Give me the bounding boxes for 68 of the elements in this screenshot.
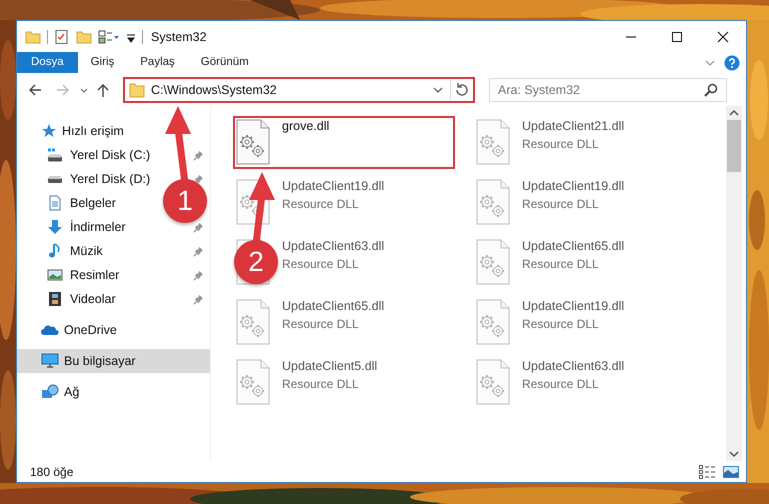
file-name[interactable]: UpdateClient63.dll — [522, 359, 624, 373]
address-path: C:\Windows\System32 — [151, 83, 278, 97]
file-type: Resource DLL — [282, 317, 360, 331]
address-bar[interactable]: C:\Windows\System32 — [123, 77, 475, 103]
dll-file-icon — [476, 179, 510, 225]
sidebar-item[interactable]: Yerel Disk (D:) — [70, 172, 150, 186]
film-icon — [47, 291, 63, 307]
file-type: Resource DLL — [282, 257, 360, 271]
file-name[interactable]: UpdateClient63.dll — [282, 239, 384, 253]
scrollbar-thumb[interactable] — [727, 120, 741, 172]
file-type: Resource DLL — [522, 137, 600, 151]
window-title: System32 — [151, 30, 207, 44]
file-type: Resource DLL — [522, 377, 600, 391]
file-name[interactable]: grove.dll — [282, 119, 330, 133]
dll-file-icon — [236, 359, 270, 405]
sidebar-item[interactable]: Bu bilgisayar — [64, 354, 136, 368]
star-icon — [41, 123, 57, 139]
sidebar-item[interactable]: Yerel Disk (C:) — [70, 148, 150, 162]
search-icon[interactable] — [703, 82, 719, 98]
checklist-icon[interactable] — [54, 28, 70, 44]
dll-file-icon — [476, 299, 510, 345]
help-icon[interactable] — [724, 54, 740, 70]
file-type: Resource DLL — [282, 197, 360, 211]
up-arrow-icon[interactable] — [95, 82, 111, 98]
down-arrow-icon — [47, 219, 63, 235]
file-name[interactable]: UpdateClient65.dll — [522, 239, 624, 253]
file-tab[interactable]: Dosya — [17, 52, 78, 73]
item-count: 180 öğe — [30, 464, 74, 478]
scrollbar[interactable] — [726, 106, 742, 461]
image-icon — [47, 269, 63, 281]
drive-icon — [47, 147, 63, 163]
dll-file-icon — [236, 119, 270, 165]
cloud-icon — [41, 324, 59, 336]
search-field[interactable]: Ara: System32 — [489, 78, 727, 102]
drive-icon — [47, 174, 63, 184]
document-icon — [47, 195, 63, 211]
file-name[interactable]: UpdateClient5.dll — [282, 359, 378, 373]
file-type: Resource DLL — [522, 257, 600, 271]
properties-icon[interactable] — [98, 28, 120, 44]
network-icon — [41, 384, 59, 400]
sidebar-item[interactable]: Ağ — [64, 385, 80, 399]
sidebar-item[interactable]: Müzik — [70, 244, 103, 258]
details-view-icon[interactable] — [698, 464, 716, 480]
sidebar-item[interactable]: Videolar — [70, 292, 116, 306]
large-icons-view-icon[interactable] — [722, 464, 740, 480]
sidebar-item[interactable]: OneDrive — [64, 323, 117, 337]
sidebar-item[interactable]: Hızlı erişim — [62, 124, 124, 138]
dll-file-icon — [476, 359, 510, 405]
file-name[interactable]: UpdateClient65.dll — [282, 299, 384, 313]
file-type: Resource DLL — [522, 317, 600, 331]
file-name[interactable]: UpdateClient19.dll — [522, 299, 624, 313]
back-arrow-icon[interactable] — [27, 82, 43, 98]
ribbon-tab[interactable]: Giriş — [78, 52, 128, 73]
dll-file-icon — [236, 299, 270, 345]
folder-icon — [129, 82, 145, 98]
sidebar-item[interactable]: Resimler — [70, 268, 120, 282]
dll-file-icon — [476, 239, 510, 285]
monitor-icon — [41, 353, 59, 369]
sidebar-item[interactable]: Belgeler — [70, 196, 116, 210]
ribbon-tab[interactable]: Paylaş — [127, 52, 188, 73]
file-name[interactable]: UpdateClient21.dll — [522, 119, 624, 133]
file-type: Resource DLL — [282, 377, 360, 391]
file-name[interactable]: UpdateClient19.dll — [282, 179, 384, 193]
dll-file-icon — [476, 119, 510, 165]
file-type: Resource DLL — [522, 197, 600, 211]
file-name[interactable]: UpdateClient19.dll — [522, 179, 624, 193]
sidebar-item[interactable]: İndirmeler — [70, 220, 126, 234]
ribbon-tab[interactable]: Görünüm — [188, 52, 262, 73]
